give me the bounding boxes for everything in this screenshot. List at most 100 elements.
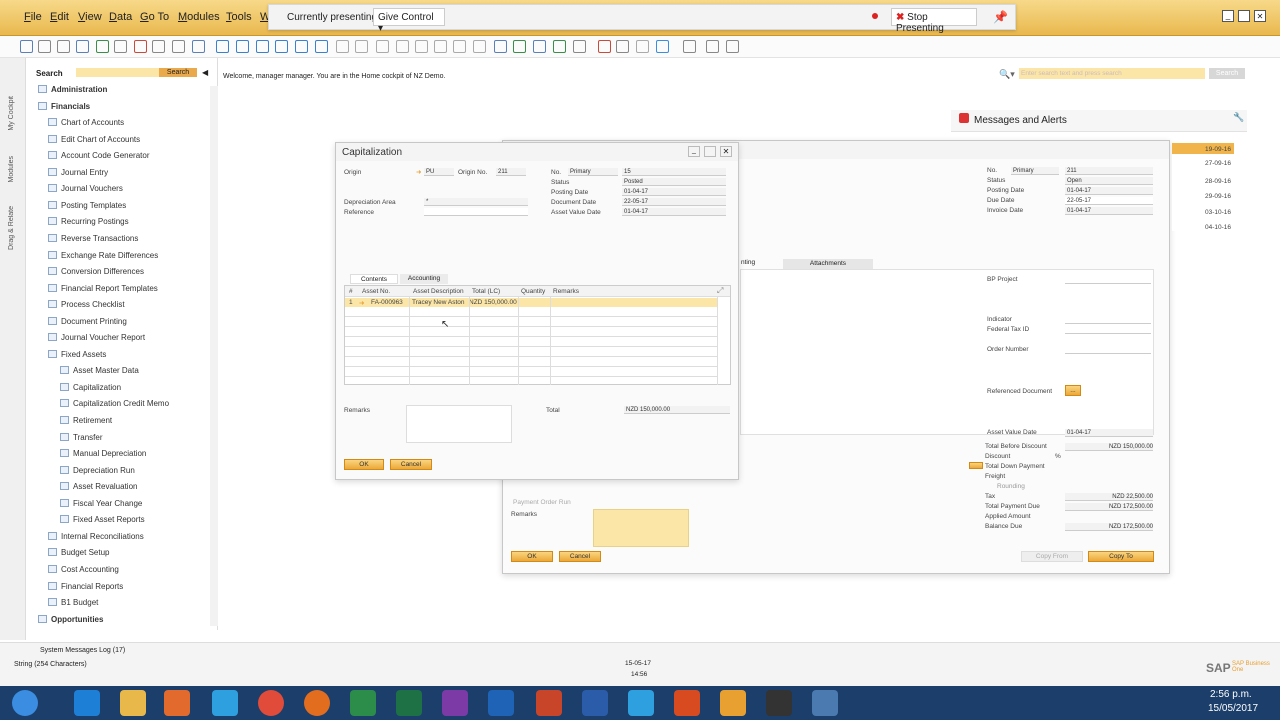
copy-to-button[interactable]: Copy To (1088, 551, 1154, 562)
tree-item[interactable]: Recurring Postings (48, 217, 129, 226)
tree-fa-item[interactable]: Depreciation Run (60, 465, 135, 475)
tree-financials[interactable]: Financials (38, 101, 90, 111)
tree-item[interactable]: Financial Report Templates (48, 283, 158, 293)
toolbar-icon[interactable] (216, 40, 229, 53)
sap-b1-icon[interactable] (812, 690, 838, 716)
menu-goto[interactable]: Go To (140, 11, 169, 23)
toolbar-icon[interactable] (726, 40, 739, 53)
close-window-icon[interactable]: ✕ (1254, 10, 1266, 22)
asset-value-date-field[interactable]: 01-04-17 (622, 208, 726, 216)
document-date-field[interactable]: 22-05-17 (622, 198, 726, 206)
global-search-input[interactable]: Enter search text and press search (1019, 68, 1205, 79)
give-control-button[interactable]: Give Control ▾ (373, 8, 445, 34)
menu-view[interactable]: View (78, 11, 102, 23)
tree-fa-item[interactable]: Asset Master Data (60, 366, 139, 375)
toolbar-icon[interactable] (598, 40, 611, 53)
order-number-field[interactable] (1065, 346, 1151, 354)
tree-item[interactable]: Journal Vouchers (48, 184, 123, 193)
edge-icon[interactable] (74, 690, 100, 716)
tree-item[interactable]: B1 Budget (48, 598, 98, 607)
expand-icon[interactable]: ⤢ (717, 286, 723, 296)
stop-presenting-button[interactable]: ✖ Stop Presenting (891, 8, 977, 34)
system-messages-log[interactable]: System Messages Log (17) (40, 647, 125, 654)
global-search-button[interactable]: Search (1209, 68, 1245, 79)
toolbar-icon[interactable] (256, 40, 269, 53)
toolbar-icon[interactable] (315, 40, 328, 53)
toolbar-icon[interactable] (616, 40, 629, 53)
inv-due-field[interactable]: 22-05-17 (1065, 197, 1153, 205)
tab-accounting[interactable]: Accounting (400, 274, 448, 284)
tab-contents[interactable]: Contents (350, 274, 398, 284)
remote-icon[interactable] (766, 690, 792, 716)
inv-invoice-field[interactable]: 01-04-17 (1065, 207, 1153, 215)
tree-administration[interactable]: Administration (38, 85, 107, 94)
restore-icon[interactable] (1238, 10, 1250, 22)
toolbar-icon[interactable] (57, 40, 70, 53)
inv-series[interactable]: Primary (1011, 167, 1059, 175)
tab-modules[interactable]: Modules (8, 156, 15, 182)
explorer-icon[interactable] (120, 690, 146, 716)
cancel-button[interactable]: Cancel (390, 459, 432, 470)
toolbar-icon[interactable] (553, 40, 566, 53)
toolbar-icon[interactable] (192, 40, 205, 53)
excel-icon[interactable] (396, 690, 422, 716)
skype-business-icon[interactable] (628, 690, 654, 716)
toolbar-icon[interactable] (236, 40, 249, 53)
media-icon[interactable] (164, 690, 190, 716)
powerpoint-icon[interactable] (536, 690, 562, 716)
bp-project-field[interactable] (1065, 276, 1151, 284)
tab-my-cockpit[interactable]: My Cockpit (8, 96, 15, 131)
toolbar-icon[interactable] (533, 40, 546, 53)
minimize-icon[interactable]: _ (1222, 10, 1234, 22)
tree-item[interactable]: Account Code Generator (48, 151, 150, 160)
menu-file[interactable]: File (24, 11, 42, 23)
calculator-icon[interactable] (350, 690, 376, 716)
payment-order-checkbox[interactable]: Payment Order Run (513, 499, 571, 506)
toolbar-icon[interactable] (636, 40, 649, 53)
toolbar-icon[interactable] (453, 40, 466, 53)
inv-cancel-button[interactable]: Cancel (559, 551, 601, 562)
onenote-icon[interactable] (442, 690, 468, 716)
tree-fa-item[interactable]: Transfer (60, 432, 103, 442)
indicator-select[interactable] (1065, 316, 1151, 324)
tree-item[interactable]: Journal Entry (48, 167, 108, 177)
tab-attachments[interactable]: Attachments (783, 259, 873, 269)
toolbar-icon[interactable] (134, 40, 147, 53)
toolbar-icon[interactable] (706, 40, 719, 53)
toolbar-icon[interactable] (434, 40, 447, 53)
toolbar-icon[interactable] (513, 40, 526, 53)
series-select[interactable]: Primary (568, 168, 618, 176)
toolbar-icon[interactable] (76, 40, 89, 53)
down-payment-button[interactable] (969, 462, 983, 469)
toolbar-icon[interactable] (494, 40, 507, 53)
toolbar-icon[interactable] (96, 40, 109, 53)
toolbar-icon[interactable] (573, 40, 586, 53)
toolbar-icon[interactable] (152, 40, 165, 53)
tree-item[interactable]: Conversion Differences (48, 267, 144, 276)
tab-accounting-partial[interactable]: nting (741, 259, 781, 269)
tree-fa-item[interactable]: Fixed Asset Reports (60, 515, 145, 524)
reference-field[interactable] (424, 208, 528, 216)
inv-posting-field[interactable]: 01-04-17 (1065, 187, 1153, 195)
search-button[interactable]: Search (159, 68, 197, 77)
tree-item[interactable]: Budget Setup (48, 548, 109, 557)
sap-app-icon[interactable] (720, 690, 746, 716)
toolbar-icon[interactable] (114, 40, 127, 53)
tree-item[interactable]: Financial Reports (48, 581, 123, 591)
skype-icon[interactable] (212, 690, 238, 716)
toolbar-icon[interactable] (415, 40, 428, 53)
app-icon[interactable] (674, 690, 700, 716)
tree-fa-item[interactable]: Manual Depreciation (60, 449, 146, 458)
firefox-icon[interactable] (304, 690, 330, 716)
tree-item[interactable]: Journal Voucher Report (48, 333, 145, 342)
ok-button[interactable]: OK (344, 459, 384, 470)
tree-fa-item[interactable]: Fiscal Year Change (60, 498, 142, 508)
toolbar-icon[interactable] (355, 40, 368, 53)
tree-fa-item[interactable]: Capitalization (60, 382, 121, 392)
inv-ok-button[interactable]: OK (511, 551, 553, 562)
tree-item[interactable]: Posting Templates (48, 200, 126, 210)
maximize-icon[interactable] (704, 146, 716, 157)
tree-item[interactable]: Internal Reconciliations (48, 531, 144, 541)
dep-area-field[interactable]: * (424, 198, 528, 206)
tree-scrollbar[interactable] (210, 86, 218, 626)
